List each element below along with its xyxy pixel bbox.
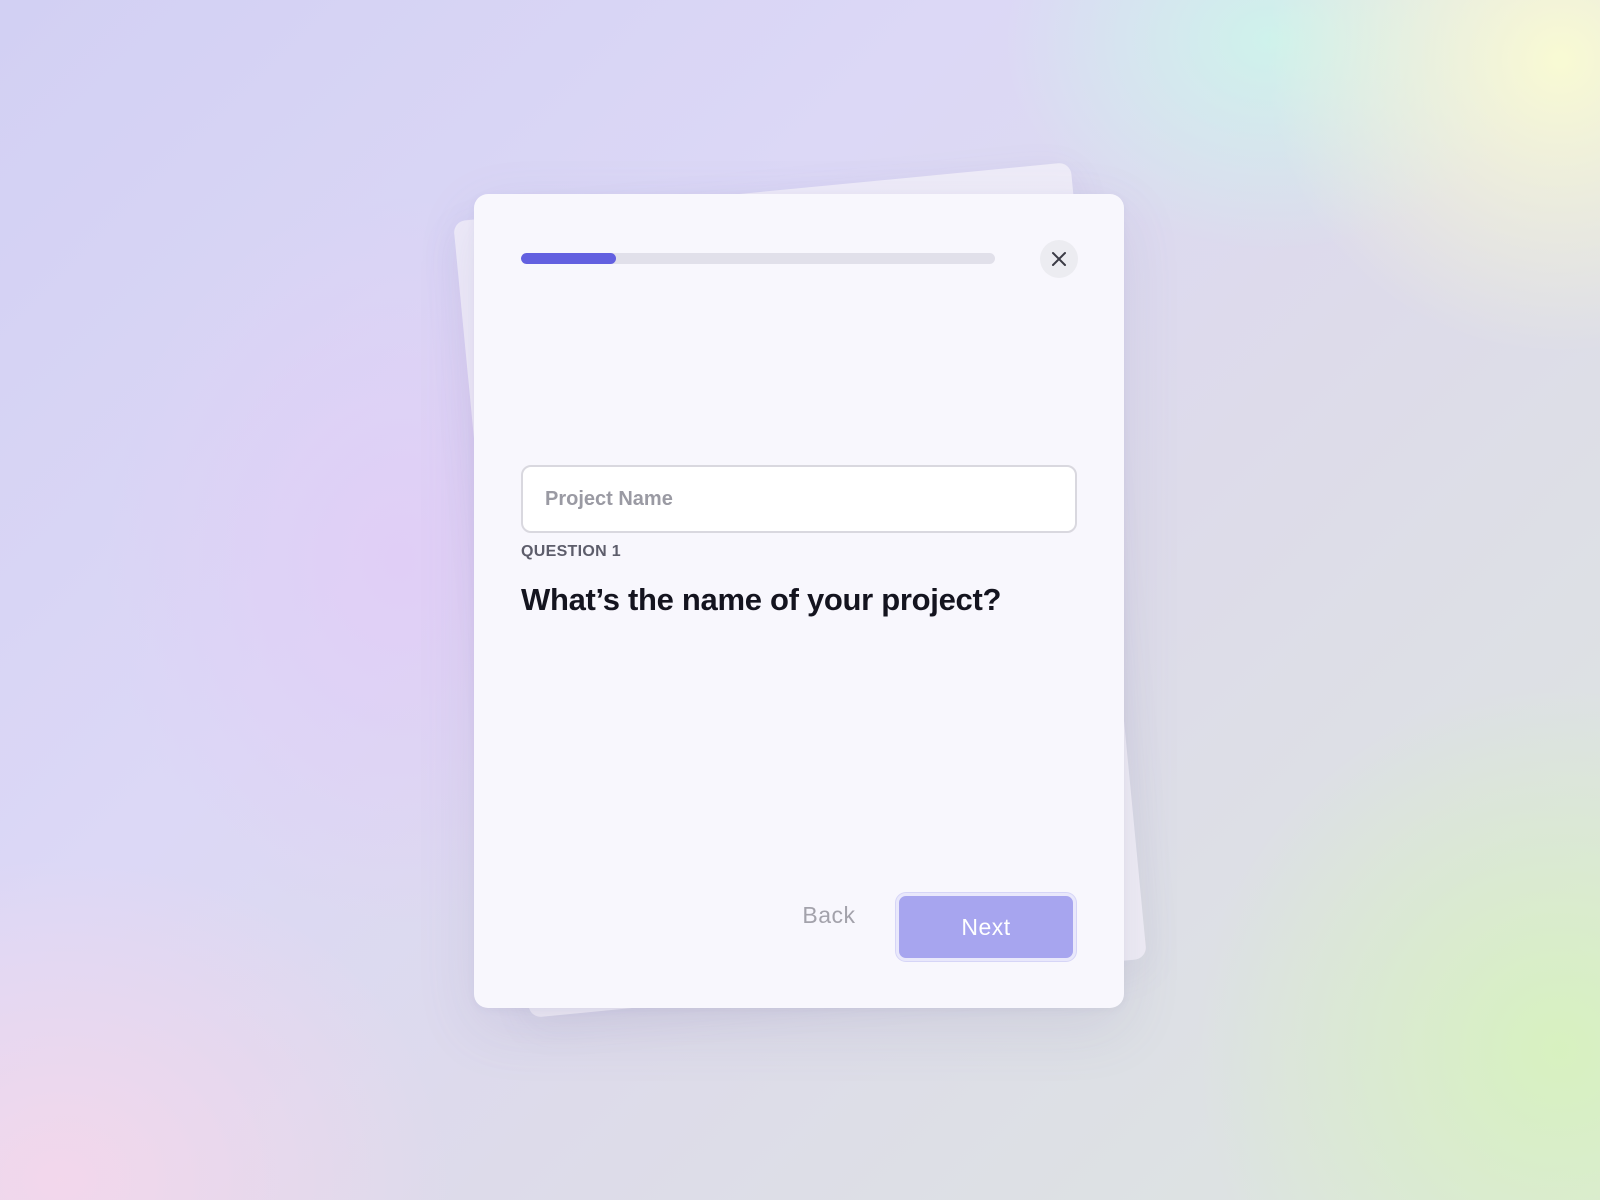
next-button[interactable]: Next: [896, 893, 1076, 961]
question-modal: QUESTION 1 What’s the name of your proje…: [474, 194, 1124, 1008]
close-button[interactable]: [1040, 240, 1078, 278]
question-title: What’s the name of your project?: [521, 582, 1002, 617]
question-number-label: QUESTION 1: [521, 543, 621, 560]
progress-bar: [521, 253, 995, 264]
progress-bar-fill: [521, 253, 616, 264]
close-icon: [1051, 251, 1067, 267]
back-button[interactable]: Back: [784, 894, 874, 936]
project-name-input[interactable]: [521, 465, 1077, 533]
